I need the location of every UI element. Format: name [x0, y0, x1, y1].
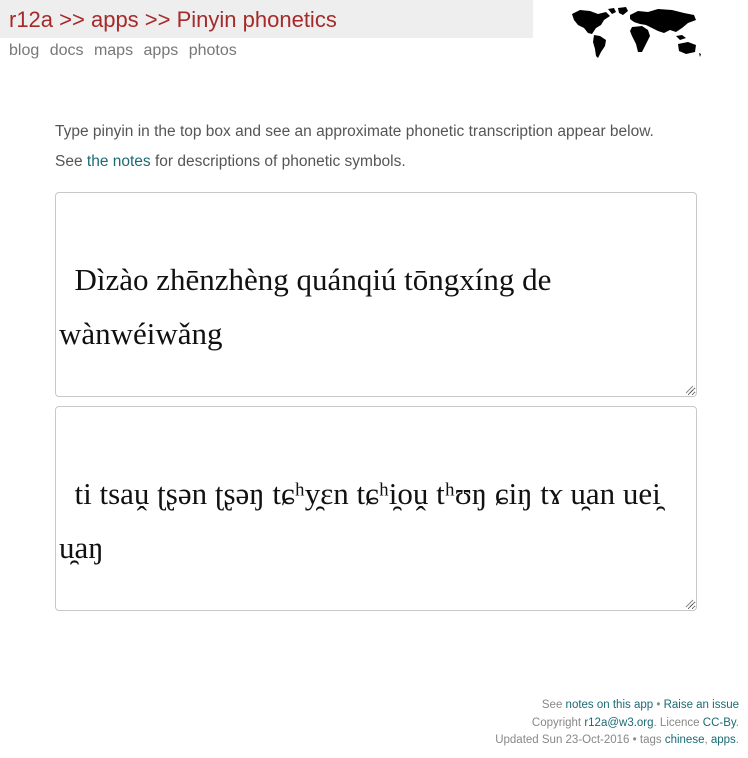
- breadcrumb-site-link[interactable]: r12a: [9, 7, 53, 32]
- footer-line-3: Updated Sun 23-Oct-2016 • tags chinese, …: [495, 732, 739, 750]
- nav-photos-link[interactable]: photos: [189, 42, 237, 59]
- footer-bullet: •: [653, 699, 664, 711]
- pinyin-input-value: Dìzào zhēnzhèng quánqiú tōngxíng de wànw…: [59, 262, 560, 351]
- notes-link[interactable]: the notes: [87, 153, 151, 170]
- intro-line-1: Type pinyin in the top box and see an ap…: [55, 123, 654, 140]
- nav-blog-link[interactable]: blog: [9, 42, 39, 59]
- raise-issue-link[interactable]: Raise an issue: [664, 699, 739, 711]
- nav-docs-link[interactable]: docs: [50, 42, 84, 59]
- licence-text: . Licence: [653, 716, 703, 729]
- breadcrumb-apps-link[interactable]: apps: [91, 7, 139, 32]
- intro-line-2: See the notes for descriptions of phonet…: [55, 147, 715, 177]
- site-nav: blog docs maps apps photos: [9, 42, 243, 60]
- phonetic-output-value: ti tsaṷ ʈʂən ʈʂəŋ tɕʰy̯ɛn tɕʰi̯oṷ tʰʊŋ ɕ…: [59, 476, 669, 565]
- tag-apps-link[interactable]: apps: [711, 734, 736, 746]
- resize-handle-icon[interactable]: [684, 384, 694, 394]
- breadcrumb: r12a >> apps >> Pinyin phonetics: [9, 7, 337, 33]
- resize-handle-icon[interactable]: [684, 598, 694, 608]
- tags-prefix: • tags: [629, 734, 665, 746]
- tag-chinese-link[interactable]: chinese: [665, 734, 705, 746]
- tags-suffix: .: [735, 734, 739, 746]
- intro-text: Type pinyin in the top box and see an ap…: [55, 117, 715, 177]
- licence-suffix: .: [735, 716, 739, 729]
- footer-line-1: See notes on this app • Raise an issue: [495, 697, 739, 715]
- updated-text: Updated Sun 23-Oct-2016: [495, 734, 630, 746]
- footer-see: See: [541, 699, 566, 711]
- breadcrumb-separator: >>: [138, 7, 177, 32]
- pinyin-input[interactable]: Dìzào zhēnzhèng quánqiú tōngxíng de wànw…: [55, 192, 697, 397]
- breadcrumb-separator: >>: [53, 7, 91, 32]
- footer: See notes on this app • Raise an issue C…: [495, 697, 739, 750]
- intro-prefix: See: [55, 153, 87, 170]
- app-notes-link[interactable]: notes on this app: [566, 699, 654, 711]
- footer-line-2: Copyright r12a@w3.org. Licence CC-By.: [495, 715, 739, 733]
- page-title: Pinyin phonetics: [176, 7, 337, 32]
- nav-apps-link[interactable]: apps: [144, 42, 179, 59]
- email-link[interactable]: r12a@w3.org: [584, 717, 653, 729]
- licence-link[interactable]: CC-By: [703, 717, 736, 729]
- phonetic-output[interactable]: ti tsaṷ ʈʂən ʈʂəŋ tɕʰy̯ɛn tɕʰi̯oṷ tʰʊŋ ɕ…: [55, 406, 697, 611]
- intro-suffix: for descriptions of phonetic symbols.: [150, 153, 406, 170]
- copyright-text: Copyright: [531, 716, 585, 729]
- world-map-icon[interactable]: [568, 6, 702, 60]
- nav-maps-link[interactable]: maps: [94, 42, 133, 59]
